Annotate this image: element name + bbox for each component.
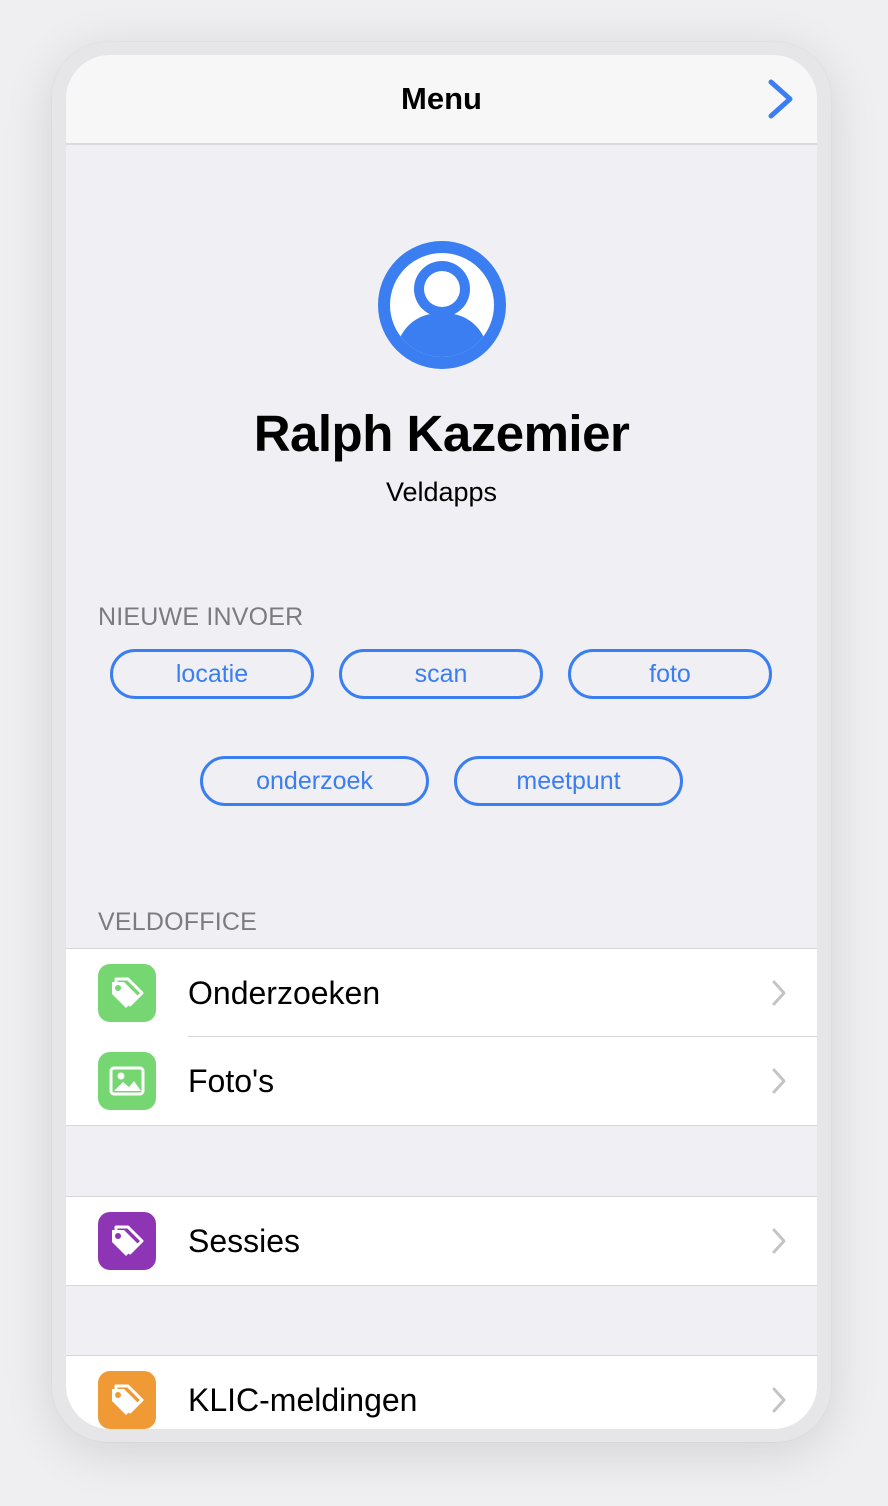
klic-list: KLIC-meldingen [66, 1355, 817, 1429]
photo-icon [98, 1052, 156, 1110]
page-title: Menu [401, 81, 482, 116]
new-scan-button[interactable]: scan [339, 649, 543, 699]
list-item-onderzoeken[interactable]: Onderzoeken [66, 949, 817, 1037]
new-photo-button[interactable]: foto [568, 649, 772, 699]
chevron-right-icon [772, 980, 786, 1006]
chevron-right-icon [772, 1228, 786, 1254]
user-name: Ralph Kazemier [253, 405, 630, 462]
chevron-right-icon [772, 1068, 786, 1094]
chevron-right-icon [772, 1387, 786, 1413]
list-item-label: Sessies [188, 1223, 301, 1259]
new-investigation-button[interactable]: onderzoek [200, 756, 429, 806]
list-item-klic-meldingen[interactable]: KLIC-meldingen [66, 1356, 817, 1429]
section-header-new-entry: NIEUWE INVOER [98, 603, 304, 631]
list-item-fotos[interactable]: Foto's [66, 1037, 817, 1125]
veldoffice-list: Onderzoeken Foto's [66, 948, 817, 1126]
screen: Menu Ralph Kazemier Veldapps NIEUWE INVO… [66, 55, 817, 1429]
list-item-label: Foto's [188, 1063, 275, 1099]
list-item-sessies[interactable]: Sessies [66, 1197, 817, 1285]
person-circle-icon [377, 241, 506, 369]
new-measurement-point-button[interactable]: meetpunt [454, 756, 683, 806]
tags-icon [98, 1371, 156, 1429]
section-header-veldoffice: VELDOFFICE [98, 908, 257, 936]
new-location-button[interactable]: locatie [110, 649, 314, 699]
user-organization: Veldapps [385, 477, 498, 507]
sessions-list: Sessies [66, 1196, 817, 1286]
tags-icon [98, 964, 156, 1022]
chevron-right-icon[interactable] [763, 77, 797, 121]
device-frame: Menu Ralph Kazemier Veldapps NIEUWE INVO… [52, 42, 831, 1442]
tags-icon [98, 1212, 156, 1270]
list-item-label: Onderzoeken [188, 975, 381, 1011]
navigation-bar: Menu [66, 55, 817, 145]
profile-section: Ralph Kazemier Veldapps [66, 241, 817, 508]
list-item-label: KLIC-meldingen [188, 1382, 418, 1418]
